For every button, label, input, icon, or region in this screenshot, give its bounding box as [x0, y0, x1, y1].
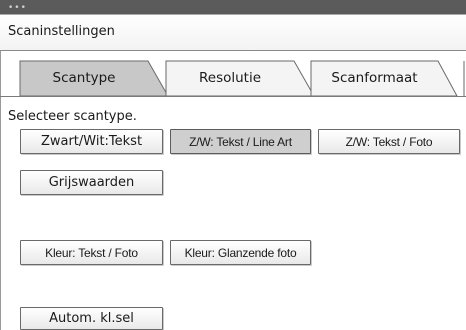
scantype-autom-kl-sel-button[interactable]: Autom. kl.sel	[20, 307, 163, 330]
tab-scantype-label: Scantype	[52, 70, 116, 86]
tab-scantype[interactable]: Scantype	[19, 60, 170, 97]
tab-bar: Scantype Resolutie Scanformaat	[0, 60, 466, 97]
tab-scanformaat-label: Scanformaat	[331, 70, 418, 86]
scantype-kleur-glanzende-foto-button[interactable]: Kleur: Glanzende foto	[170, 240, 311, 265]
top-strip: •••	[0, 0, 466, 14]
scantype-grijswaarden-button[interactable]: Grijswaarden	[20, 170, 163, 195]
tab-resolutie-label: Resolutie	[198, 70, 262, 86]
window-dots-icon: •••	[8, 3, 27, 13]
scantype-zw-tekst-line-art-button[interactable]: Z/W: Tekst / Line Art	[170, 129, 311, 154]
tab-scanformaat[interactable]: Scanformaat	[310, 60, 466, 97]
scantype-zwart-wit-tekst-button[interactable]: Zwart/Wit:Tekst	[20, 129, 163, 154]
dialog-title-bar: Scaninstellingen	[0, 14, 466, 51]
tab-resolutie[interactable]: Resolutie	[165, 60, 316, 97]
scantype-zw-tekst-foto-button[interactable]: Z/W: Tekst / Foto	[318, 129, 460, 154]
dialog-title: Scaninstellingen	[8, 24, 115, 39]
tab-divider	[0, 96, 466, 97]
instruction-text: Selecteer scantype.	[8, 109, 137, 124]
scantype-kleur-tekst-foto-button[interactable]: Kleur: Tekst / Foto	[20, 240, 163, 265]
